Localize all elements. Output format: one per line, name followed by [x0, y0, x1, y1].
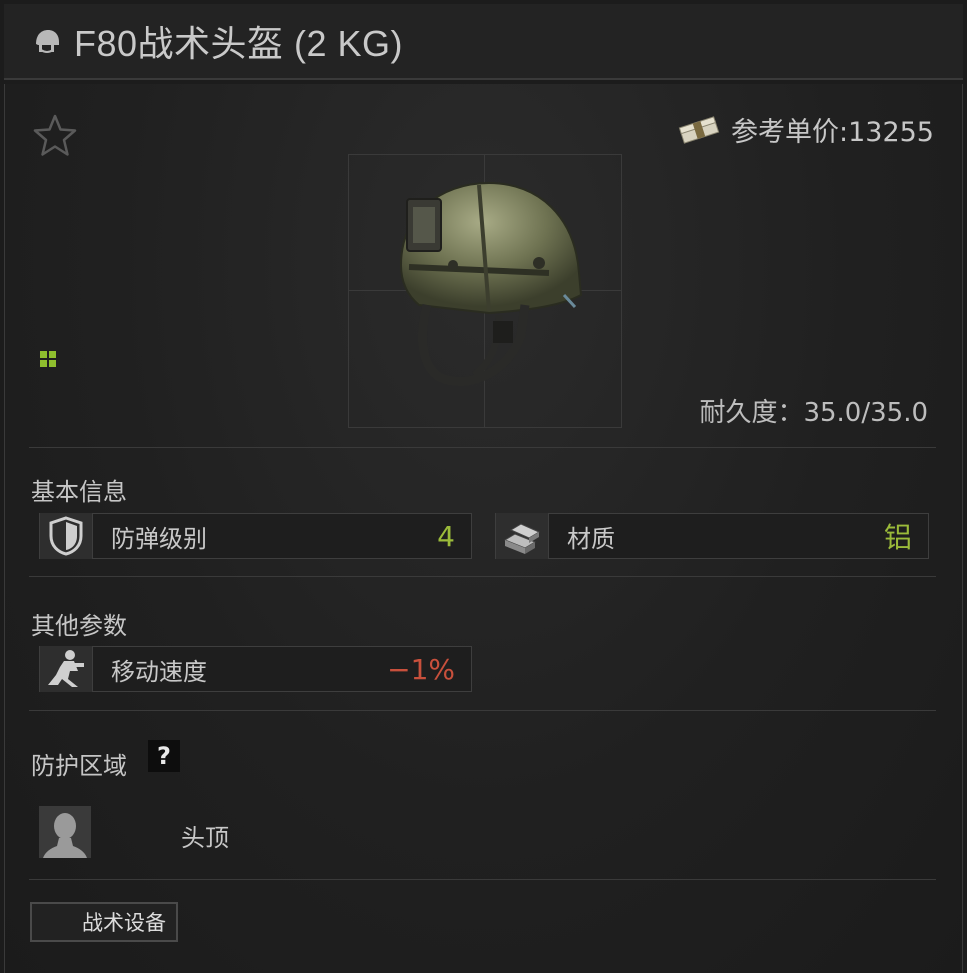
stat-move-speed[interactable]: 移动速度 −1% [39, 646, 472, 692]
stat-material[interactable]: 材质 铝 [495, 513, 929, 559]
durability-text: 耐久度：35.0/35.0 [699, 398, 928, 428]
divider [29, 710, 936, 711]
divider [29, 447, 936, 448]
other-params-title: 其他参数 [31, 612, 127, 640]
divider [29, 879, 936, 880]
grid-size-icon [40, 351, 56, 367]
shield-icon [40, 513, 93, 559]
protection-title: 防护区域 [31, 752, 127, 780]
stat-armor-class[interactable]: 防弹级别 4 [39, 513, 472, 559]
item-details-panel: 参考单价:13255 耐久度：35.0/35.0 基本信息 防弹级别 4 材质 … [4, 84, 963, 973]
stat-label: 防弹级别 [111, 524, 207, 553]
help-icon[interactable]: ? [148, 740, 180, 772]
zone-label-top: 头顶 [181, 824, 229, 852]
window-title: F80战术头盔 (2 KG) [74, 23, 404, 64]
price-text: 参考单价:13255 [731, 117, 934, 148]
item-image-frame [348, 154, 622, 428]
stat-value: −1% [387, 652, 455, 686]
stat-value: 铝 [883, 521, 912, 554]
divider [29, 576, 936, 577]
item-inspect-window: F80战术头盔 (2 KG) 参考单价:13255 耐久度：35.0/35.0 … [0, 0, 967, 973]
star-icon[interactable] [31, 112, 79, 160]
stat-label: 材质 [567, 524, 615, 553]
basic-info-title: 基本信息 [31, 478, 127, 506]
reference-price: 参考单价:13255 [677, 110, 934, 149]
stat-value: 4 [437, 519, 455, 553]
title-bar[interactable]: F80战术头盔 (2 KG) [4, 4, 963, 80]
stat-label: 移动速度 [111, 657, 207, 686]
money-stack-icon [678, 115, 720, 144]
head-silhouette-icon [39, 806, 91, 858]
helmet-icon [36, 30, 59, 53]
material-bars-icon [496, 513, 549, 559]
tag-tactical-equipment[interactable]: 战术设备 [30, 902, 178, 942]
running-soldier-icon [40, 646, 93, 692]
tactical-helmet-image [399, 181, 583, 386]
